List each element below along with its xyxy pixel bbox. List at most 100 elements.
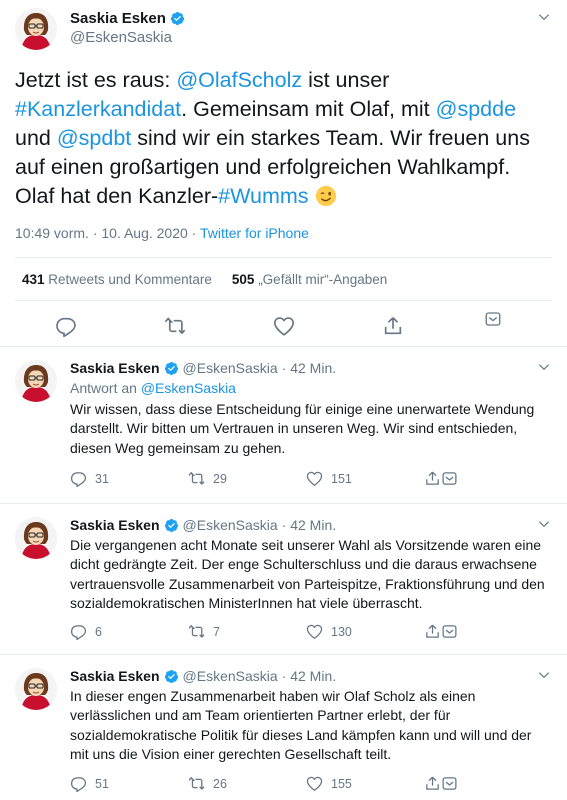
likes-label: „Gefällt mir“-Angaben	[258, 272, 388, 287]
reply-count: 6	[95, 624, 102, 639]
text-part: . Gemeinsam mit Olaf, mit	[181, 97, 436, 121]
reply-text: In dieser engen Zusammenarbeit haben wir…	[70, 688, 532, 762]
like-button[interactable]: 151	[306, 470, 352, 487]
retweets-stat[interactable]: 431 Retweets und Kommentare	[22, 272, 212, 287]
text-part: ist unser	[302, 68, 390, 92]
divider	[15, 300, 552, 301]
likes-count: 505	[231, 272, 255, 287]
retweet-button[interactable]: 7	[188, 623, 220, 640]
avatar[interactable]	[15, 668, 57, 710]
reply-tweet[interactable]: Saskia Esken @EskenSaskia · 42 Min. Die …	[0, 505, 567, 655]
avatar[interactable]	[15, 8, 57, 50]
share-button[interactable]	[424, 470, 458, 487]
time-ago[interactable]: · 42 Min.	[282, 517, 336, 533]
tweet-actions	[0, 312, 567, 342]
reply-count: 51	[95, 776, 109, 791]
retweet-count: 29	[213, 471, 227, 486]
mention-link[interactable]: @OlafScholz	[176, 68, 302, 92]
reply-header: Saskia Esken @EskenSaskia · 42 Min.	[70, 517, 336, 533]
hashtag-link[interactable]: #Wumms	[218, 184, 308, 208]
divider	[15, 257, 552, 258]
timestamp[interactable]: 10:49 vorm. · 10. Aug. 2020 ·	[15, 225, 200, 241]
heart-icon	[306, 623, 323, 640]
author-handle[interactable]: @EskenSaskia	[183, 360, 278, 376]
reply-text: Wir wissen, dass diese Entscheidung für …	[70, 401, 535, 456]
author-name-label[interactable]: Saskia Esken	[70, 10, 166, 27]
retweet-button[interactable]: 29	[188, 470, 227, 487]
reply-actions: 6 7 130	[70, 623, 470, 643]
reply-tweet[interactable]: Saskia Esken @EskenSaskia · 42 Min. In d…	[0, 656, 567, 800]
reply-actions: 51 26 155	[70, 775, 470, 795]
author-handle[interactable]: @EskenSaskia	[183, 517, 278, 533]
chevron-down-icon[interactable]	[537, 360, 551, 374]
winking-face-emoji-icon	[315, 185, 337, 207]
reply-tweet[interactable]: Saskia Esken @EskenSaskia · 42 Min. Antw…	[0, 348, 567, 504]
share-button[interactable]	[424, 623, 458, 640]
tweet-stats: 431 Retweets und Kommentare 505 „Gefällt…	[22, 272, 387, 287]
retweet-icon	[188, 775, 205, 792]
reply-button[interactable]: 6	[70, 623, 102, 640]
author-name[interactable]: Saskia Esken	[70, 10, 185, 27]
reply-icon	[55, 315, 77, 337]
share-button[interactable]	[424, 775, 458, 792]
chevron-down-icon[interactable]	[537, 668, 551, 682]
retweets-count: 431	[22, 272, 45, 287]
reply-header: Saskia Esken @EskenSaskia · 42 Min.	[70, 668, 336, 684]
mention-link[interactable]: @spdbt	[57, 126, 131, 150]
heart-icon	[273, 315, 295, 337]
main-tweet: Saskia Esken @EskenSaskia Jetzt ist es r…	[0, 0, 567, 347]
verified-badge-icon	[164, 518, 179, 533]
author-name[interactable]: Saskia Esken	[70, 360, 160, 376]
time-ago[interactable]: · 42 Min.	[282, 668, 336, 684]
time-ago[interactable]: · 42 Min.	[282, 360, 336, 376]
tweet-meta: 10:49 vorm. · 10. Aug. 2020 · Twitter fo…	[15, 225, 309, 241]
reply-count: 31	[95, 471, 109, 486]
author-name[interactable]: Saskia Esken	[70, 517, 160, 533]
likes-stat[interactable]: 505 „Gefällt mir“-Angaben	[232, 272, 387, 287]
retweet-icon	[164, 315, 186, 337]
reply-icon	[70, 470, 87, 487]
reply-button[interactable]: 31	[70, 470, 109, 487]
direct-message-icon	[441, 775, 458, 792]
avatar[interactable]	[15, 360, 57, 402]
reply-icon	[70, 775, 87, 792]
direct-message-icon	[484, 310, 502, 328]
retweet-icon	[188, 470, 205, 487]
heart-icon	[306, 470, 323, 487]
verified-badge-icon	[164, 669, 179, 684]
text-part: und	[15, 126, 57, 150]
reply-to-handle[interactable]: @EskenSaskia	[141, 380, 236, 396]
reply-text: Die vergangenen acht Monate seit unserer…	[70, 537, 545, 611]
retweets-label: Retweets und Kommentare	[48, 272, 212, 287]
author-handle[interactable]: @EskenSaskia	[70, 29, 172, 46]
hashtag-link[interactable]: #Kanzlerkandidat	[15, 97, 181, 121]
author-handle[interactable]: @EskenSaskia	[183, 668, 278, 684]
direct-message-icon	[441, 470, 458, 487]
text-part: Jetzt ist es raus:	[15, 68, 177, 92]
retweet-button[interactable]: 26	[188, 775, 227, 792]
reply-actions: 31 29 151	[70, 470, 470, 490]
like-button[interactable]: 130	[306, 623, 352, 640]
direct-message-button[interactable]	[484, 310, 502, 328]
reply-icon	[70, 623, 87, 640]
verified-badge-icon	[170, 11, 185, 26]
retweet-count: 7	[213, 624, 220, 639]
mention-link[interactable]: @spdde	[436, 97, 516, 121]
reply-header: Saskia Esken @EskenSaskia · 42 Min.	[70, 360, 336, 376]
reply-button[interactable]	[55, 315, 77, 337]
heart-icon	[306, 775, 323, 792]
retweet-button[interactable]	[164, 315, 186, 337]
reply-button[interactable]: 51	[70, 775, 109, 792]
share-icon	[424, 775, 441, 792]
verified-badge-icon	[164, 361, 179, 376]
share-icon	[424, 470, 441, 487]
share-button[interactable]	[382, 315, 404, 337]
avatar[interactable]	[15, 517, 57, 559]
author-name[interactable]: Saskia Esken	[70, 668, 160, 684]
like-button[interactable]: 155	[306, 775, 352, 792]
source-link[interactable]: Twitter for iPhone	[200, 225, 309, 241]
reply-to-line: Antwort an @EskenSaskia	[70, 380, 236, 396]
chevron-down-icon[interactable]	[537, 517, 551, 531]
like-button[interactable]	[273, 315, 295, 337]
chevron-down-icon[interactable]	[537, 10, 551, 24]
